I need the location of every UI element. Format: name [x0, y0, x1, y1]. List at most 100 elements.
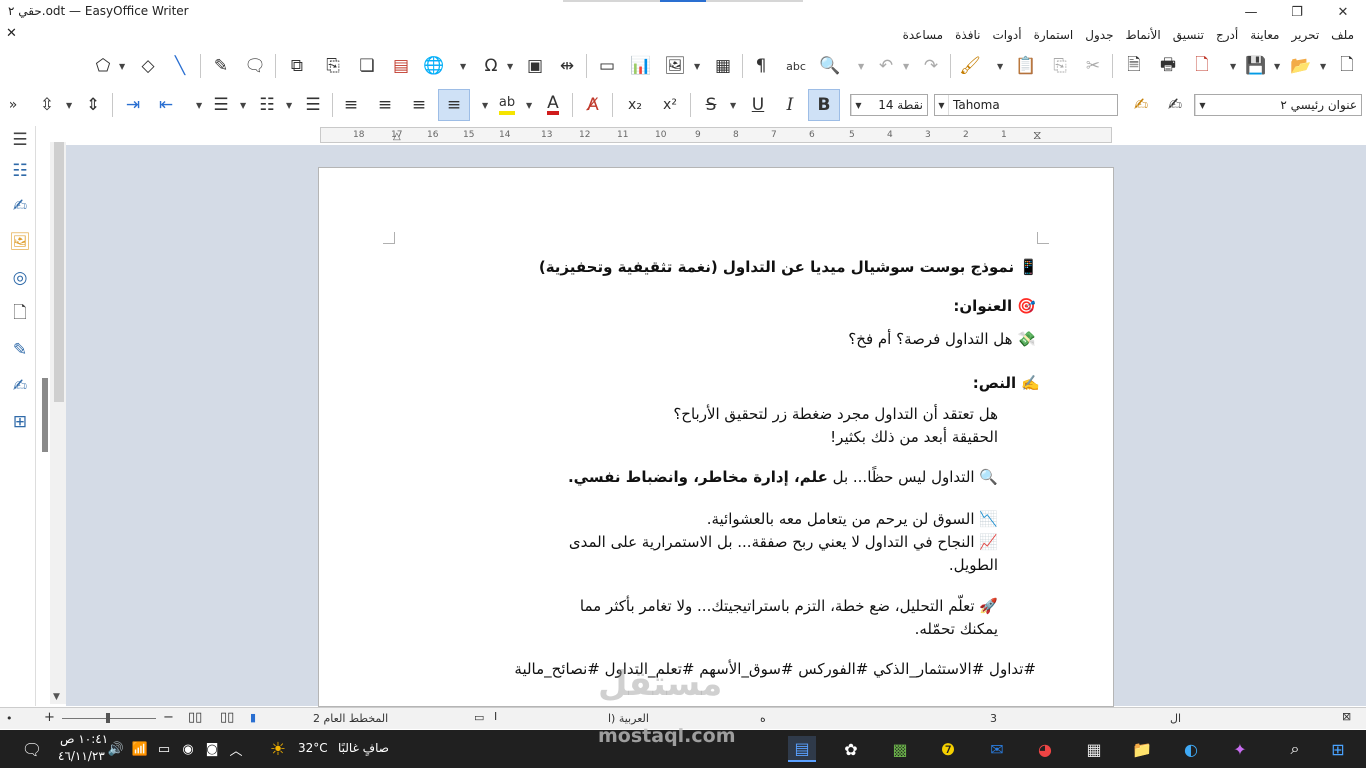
insert-mode-icon[interactable]: I: [494, 710, 497, 723]
chatgpt-taskbar-icon[interactable]: ✿: [837, 736, 865, 762]
bold-icon[interactable]: B: [808, 89, 840, 121]
new-document-icon[interactable]: 🗋: [1334, 53, 1360, 79]
comment-icon[interactable]: 🗨: [242, 53, 268, 79]
paste-icon[interactable]: 📋: [1013, 53, 1039, 79]
font-color-icon[interactable]: A: [540, 92, 566, 118]
special-character-dropdown-icon[interactable]: ▼: [507, 62, 513, 71]
outline-list-icon[interactable]: ☰: [208, 92, 234, 118]
book-view-icon[interactable]: ▯▯: [188, 710, 202, 725]
cross-reference-icon[interactable]: ⧉: [284, 53, 310, 79]
zoom-in-button[interactable]: +: [44, 710, 55, 725]
body-line-6[interactable]: الطويل.: [949, 556, 998, 574]
menu-table[interactable]: جدول: [1079, 28, 1119, 42]
formatting-marks-icon[interactable]: ¶: [748, 53, 774, 79]
body-line-7[interactable]: 🚀 تعلّم التحليل، ضع خطة، التزم باستراتيج…: [580, 597, 998, 615]
diamond-shape-icon[interactable]: ◇: [135, 53, 161, 79]
text-box-icon[interactable]: ▭: [594, 53, 620, 79]
numbered-dropdown-icon[interactable]: ▼: [240, 101, 246, 110]
align-left-icon[interactable]: ≡: [372, 92, 398, 118]
image-icon[interactable]: 🖼: [662, 53, 688, 79]
new-dropdown-icon[interactable]: ▼: [1320, 62, 1326, 71]
footnote-icon[interactable]: ▤: [388, 53, 414, 79]
store-taskbar-icon[interactable]: ▦: [1080, 736, 1108, 762]
body-line-4[interactable]: 📉 السوق لن يرحم من يتعامل معه بالعشوائية…: [707, 510, 998, 528]
clear-formatting-icon[interactable]: A̸: [580, 92, 606, 118]
close-button[interactable]: ✕: [1320, 0, 1366, 24]
spellcheck-icon[interactable]: abc: [783, 53, 809, 79]
toolbar-overflow-icon[interactable]: »: [0, 92, 26, 118]
redo-icon[interactable]: ↷: [918, 53, 944, 79]
strikethrough-icon[interactable]: S: [698, 92, 724, 118]
zoom-out-button[interactable]: −: [163, 710, 174, 725]
selection-mode-icon[interactable]: ▭: [474, 711, 484, 724]
bullet-list-icon[interactable]: ☰: [300, 92, 326, 118]
gallery-icon[interactable]: 🖼: [8, 230, 32, 254]
body-line-8[interactable]: يمكنك تحمّله.: [915, 620, 998, 638]
menu-view[interactable]: معاينة: [1244, 28, 1285, 42]
cut-icon[interactable]: ✂: [1080, 53, 1106, 79]
clock-date[interactable]: ٤٦/١١/٢٣: [58, 749, 105, 763]
print-icon[interactable]: 🖶: [1155, 53, 1181, 79]
find-replace-icon[interactable]: 🔍: [817, 53, 843, 79]
decrease-indent-icon[interactable]: ⇤: [153, 92, 179, 118]
paragraph-style-select[interactable]: عنوان رئيسي ٢ ▼: [1194, 94, 1362, 116]
single-page-view-icon[interactable]: ▮: [250, 711, 256, 724]
hashtags-line[interactable]: #تداول #الاستثمار_الذكي #الفوركس #سوق_ال…: [514, 660, 1036, 678]
minimize-button[interactable]: —: [1228, 0, 1274, 24]
new-style-icon[interactable]: ✍: [1162, 92, 1188, 118]
menu-styles[interactable]: الأنماط: [1119, 28, 1166, 42]
clock-time[interactable]: ١٠:٤١ ص: [60, 732, 108, 746]
hyperlink-dropdown-icon[interactable]: ▼: [460, 62, 466, 71]
paragraph-style-dropdown-icon[interactable]: ▼: [1195, 95, 1209, 115]
increase-indent-icon[interactable]: ⇥: [120, 92, 146, 118]
clone-formatting-icon[interactable]: 🖌: [957, 53, 983, 79]
sidebar-scroll-thumb[interactable]: [54, 142, 64, 402]
sidebar-scrollbar[interactable]: ▼: [50, 142, 66, 704]
app-seven-taskbar-icon[interactable]: ❼: [934, 736, 962, 762]
hyperlink-icon[interactable]: 🌐: [421, 53, 447, 79]
paste-dropdown-icon[interactable]: ▼: [997, 62, 1003, 71]
undo-icon[interactable]: ↶: [873, 53, 899, 79]
find-dropdown-icon[interactable]: ▼: [858, 62, 864, 71]
body-line-1[interactable]: هل تعتقد أن التداول مجرد ضغطة زر لتحقيق …: [673, 405, 998, 423]
open-folder-icon[interactable]: 📂: [1288, 53, 1314, 79]
menu-edit[interactable]: تحرير: [1286, 28, 1326, 42]
font-name-select[interactable]: ▼ Tahoma: [934, 94, 1118, 116]
body-line-5[interactable]: 📈 النجاح في التداول لا يعني ربح صفقة... …: [569, 533, 998, 551]
page-break-icon[interactable]: ⇹: [554, 53, 580, 79]
font-size-dropdown-icon[interactable]: ▼: [851, 95, 865, 115]
heading-text[interactable]: 💸 هل التداول فرصة؟ أم فخ؟: [848, 330, 1036, 348]
menu-help[interactable]: مساعدة: [897, 28, 950, 42]
menu-insert[interactable]: أدرج: [1210, 28, 1244, 42]
zoom-slider-handle[interactable]: [106, 713, 110, 723]
shapes-icon[interactable]: ⬠: [90, 53, 116, 79]
heading-label[interactable]: 🎯 العنوان:: [953, 297, 1036, 315]
minecraft-taskbar-icon[interactable]: ▩: [886, 736, 914, 762]
file-explorer-taskbar-icon[interactable]: 📁: [1128, 736, 1156, 762]
bookmark-icon[interactable]: ⎘: [320, 53, 346, 79]
style-inspector-icon[interactable]: ✎: [8, 338, 32, 362]
manage-changes-icon[interactable]: ✍: [8, 374, 32, 398]
update-style-icon[interactable]: ✍: [1128, 92, 1154, 118]
field-icon[interactable]: ▣: [522, 53, 548, 79]
page-icon[interactable]: 🗋: [8, 302, 32, 326]
show-hidden-icons-icon[interactable]: ︿: [222, 736, 250, 762]
open-dropdown-icon[interactable]: ▼: [1274, 62, 1280, 71]
font-color-dropdown-icon[interactable]: ▼: [526, 101, 532, 110]
scroll-down-icon[interactable]: ▼: [53, 692, 60, 702]
underline-dropdown-icon[interactable]: ▼: [730, 101, 736, 110]
document-title[interactable]: 📱 نموذج بوست سوشيال ميديا عن التداول (نغ…: [539, 258, 1038, 276]
body-line-3[interactable]: 🔍 التداول ليس حظًا... بل علم، إدارة مخاط…: [568, 468, 998, 486]
page-style-status[interactable]: المخطط العام 2: [313, 712, 388, 725]
writer-taskbar-icon[interactable]: ▤: [788, 736, 816, 762]
outline-dropdown-icon[interactable]: ▼: [196, 101, 202, 110]
body-line-2[interactable]: الحقيقة أبعد من ذلك بكثير!: [830, 428, 998, 446]
menu-format[interactable]: تنسيق: [1167, 28, 1210, 42]
multi-page-view-icon[interactable]: ▯▯: [220, 710, 234, 725]
restore-button[interactable]: ❐: [1274, 0, 1320, 24]
search-icon[interactable]: ⌕: [1281, 736, 1309, 762]
horizontal-ruler[interactable]: 18 17 16 15 14 13 12 11 10 9 8 7 6 5 4 3…: [320, 127, 1112, 143]
shapes-dropdown-icon[interactable]: ▼: [119, 62, 125, 71]
copilot-taskbar-icon[interactable]: ✦: [1226, 736, 1254, 762]
sidebar-splitter[interactable]: [42, 378, 48, 452]
